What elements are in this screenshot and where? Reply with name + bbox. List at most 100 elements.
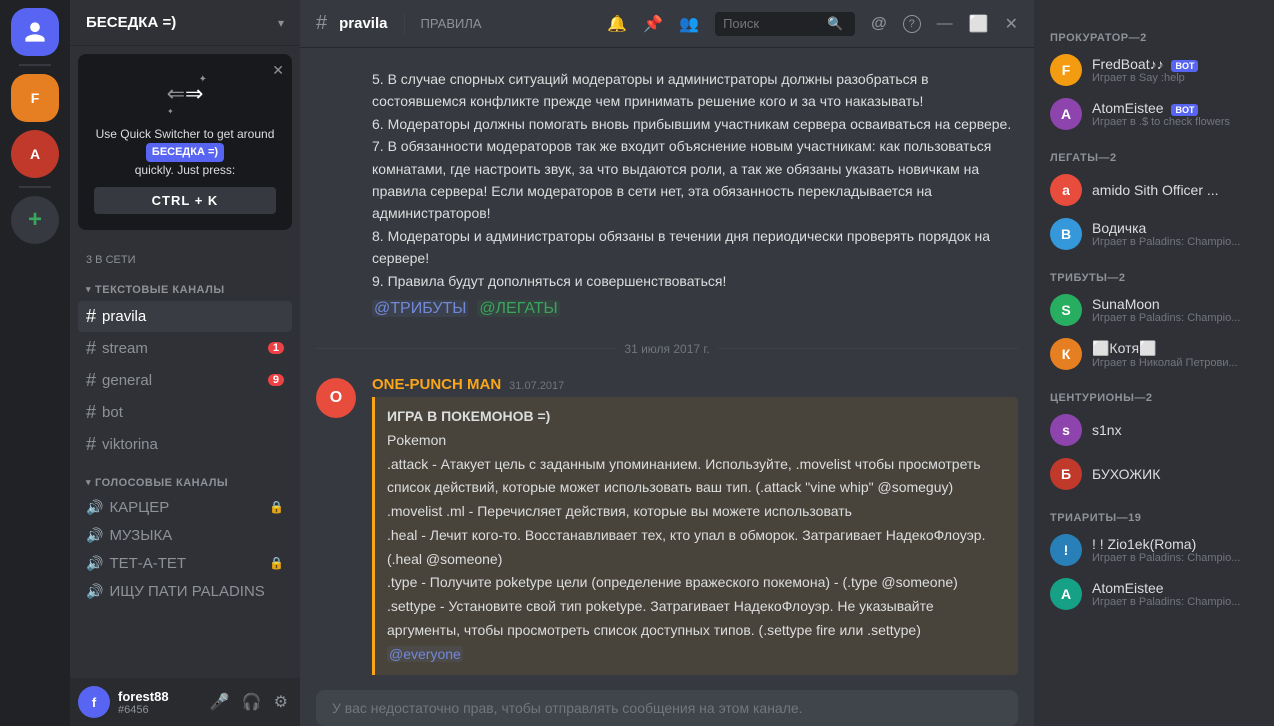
unread-badge: 1: [268, 342, 284, 354]
member-name: amido Sith Officer ...: [1092, 182, 1258, 198]
username: forest88: [118, 689, 198, 704]
header-divider: [404, 12, 405, 36]
hash-icon: #: [86, 402, 96, 423]
member-status: Играет в .$ to check flowers: [1092, 116, 1258, 128]
member-amido[interactable]: a amido Sith Officer ...: [1042, 168, 1266, 212]
member-avatar: В: [1050, 218, 1082, 250]
voice-channel-paladins[interactable]: 🔊 ИЩУ ПАТИ PALADINS: [78, 578, 292, 605]
speaker-icon: 🔊: [86, 583, 103, 600]
help-icon[interactable]: ?: [903, 15, 921, 33]
channel-viktorina[interactable]: # viktorina: [78, 429, 292, 460]
member-s1nx[interactable]: s s1nx: [1042, 408, 1266, 452]
channel-topic: ПРАВИЛА: [421, 16, 600, 31]
voice-channel-muzyka[interactable]: 🔊 МУЗЫКА: [78, 522, 292, 549]
lock-icon: 🔒: [269, 500, 284, 514]
members-category-prokurator: ПРОКУРАТОР—2: [1042, 24, 1266, 48]
channel-bot[interactable]: # bot: [78, 397, 292, 428]
member-info: AtomEistee Играет в Paladins: Champio...: [1092, 580, 1258, 608]
chat-area: # pravila ПРАВИЛА 🔔 📌 👥 🔍 @ ? — ⬜ ✕: [300, 0, 1034, 726]
server-divider-2: [19, 186, 51, 188]
speaker-icon: 🔊: [86, 527, 103, 544]
message-input-area: У вас недостаточно прав, чтобы отправлят…: [316, 690, 1018, 726]
members-category-centurions: ЦЕНТУРИОНЫ—2: [1042, 384, 1266, 408]
member-status: Играет в Say :help: [1092, 72, 1258, 84]
members-category-legaty: ЛЕГАТЫ—2: [1042, 144, 1266, 168]
divider-line: [316, 348, 616, 349]
shortcut-label: CTRL + K: [94, 187, 276, 214]
message-author[interactable]: ONE-PUNCH MAN: [372, 376, 501, 393]
category-arrow-icon: ▾: [86, 477, 91, 488]
pin-icon[interactable]: 📌: [643, 14, 663, 34]
search-input[interactable]: [723, 16, 823, 31]
mentions-line: @ТРИБУТЫ @ЛЕГАТЫ: [372, 300, 1018, 318]
member-atomeistee2[interactable]: A AtomEistee Играет в Paladins: Champio.…: [1042, 572, 1266, 616]
member-info: ! ! Zio1ek(Roma) Играет в Paladins: Cham…: [1092, 536, 1258, 564]
deafen-button[interactable]: 🎧: [238, 688, 266, 716]
divider-line: [718, 348, 1018, 349]
server-f[interactable]: F: [11, 74, 59, 122]
main-content: БЕСЕДКА =) ▾ ✕ ⇐ ⇒ ✦ ✦ Use Quick Switche…: [70, 0, 1274, 726]
search-bar[interactable]: 🔍: [715, 12, 855, 36]
member-vodichka[interactable]: В Водичка Играет в Paladins: Champio...: [1042, 212, 1266, 256]
avatar: f: [78, 686, 110, 718]
unread-badge: 9: [268, 374, 284, 386]
server-friends[interactable]: [11, 8, 59, 56]
date-divider-2: 5 августа 2017 г.: [300, 683, 1034, 690]
message-group-1: O ONE-PUNCH MAN 31.07.2017 ИГРА В ПОКЕМО…: [300, 372, 1034, 679]
channel-name: МУЗЫКА: [109, 527, 172, 544]
member-sunamoon[interactable]: S SunaMoon Играет в Paladins: Champio...: [1042, 288, 1266, 332]
server-name-header[interactable]: БЕСЕДКА =) ▾: [70, 0, 300, 46]
member-avatar: a: [1050, 174, 1082, 206]
channel-name: КАРЦЕР: [109, 499, 169, 516]
member-zio1ek[interactable]: ! ! ! Zio1ek(Roma) Играет в Paladins: Ch…: [1042, 528, 1266, 572]
channel-hash-icon: #: [316, 12, 327, 35]
member-name: ! ! Zio1ek(Roma): [1092, 536, 1258, 552]
member-status: Играет в Paladins: Champio...: [1092, 312, 1258, 324]
member-atom[interactable]: A AtomEistee BOT Играет в .$ to check fl…: [1042, 92, 1266, 136]
channel-general[interactable]: # general 9: [78, 365, 292, 396]
member-avatar: !: [1050, 534, 1082, 566]
maximize-icon[interactable]: ⬜: [969, 14, 989, 34]
members-category-triarites: ТРИАРИТЫ—19: [1042, 504, 1266, 528]
speaker-icon: 🔊: [86, 499, 103, 516]
hash-icon: #: [86, 306, 96, 327]
member-name: FredBoat♪♪ BOT: [1092, 56, 1258, 72]
mention-tributes: @ТРИБУТЫ: [372, 300, 468, 317]
member-fredboat[interactable]: F FredBoat♪♪ BOT Играет в Say :help: [1042, 48, 1266, 92]
bell-icon[interactable]: 🔔: [607, 14, 627, 34]
member-avatar: F: [1050, 54, 1082, 86]
mention-icon[interactable]: @: [871, 15, 887, 33]
chat-header: # pravila ПРАВИЛА 🔔 📌 👥 🔍 @ ? — ⬜ ✕: [300, 0, 1034, 48]
voice-channel-karcer[interactable]: 🔊 КАРЦЕР 🔒: [78, 494, 292, 521]
server-a[interactable]: A: [11, 130, 59, 178]
bot-badge: BOT: [1171, 104, 1198, 116]
mention-everyone: @everyone: [387, 646, 463, 662]
online-count: 3 В СЕТИ: [70, 246, 300, 268]
member-kotya[interactable]: К ⬜Котя⬜ Играет в Николай Петрови...: [1042, 332, 1266, 376]
member-info: Водичка Играет в Paladins: Champio...: [1092, 220, 1258, 248]
text-channels-category[interactable]: ▾ ТЕКСТОВЫЕ КАНАЛЫ: [70, 268, 300, 300]
voice-channel-tet[interactable]: 🔊 ТЕТ-А-ТЕТ 🔒: [78, 550, 292, 577]
channel-name: ТЕТ-А-ТЕТ: [109, 555, 186, 572]
channel-pravila[interactable]: # pravila: [78, 301, 292, 332]
minimize-icon[interactable]: —: [937, 15, 953, 33]
close-icon[interactable]: ✕: [1005, 14, 1018, 34]
member-buhozhik[interactable]: Б БУХОЖИК: [1042, 452, 1266, 496]
mention-legaty: @ЛЕГАТЫ: [477, 300, 559, 317]
chevron-down-icon: ▾: [278, 16, 284, 30]
members-category-tributes: ТРИБУТЫ—2: [1042, 264, 1266, 288]
add-server-button[interactable]: +: [11, 196, 59, 244]
message-group-rules: 5. В случае спорных ситуаций модераторы …: [300, 64, 1034, 322]
channel-stream[interactable]: # stream 1: [78, 333, 292, 364]
member-avatar: s: [1050, 414, 1082, 446]
settings-button[interactable]: ⚙: [270, 688, 292, 716]
voice-channels-category[interactable]: ▾ ГОЛОСОВЫЕ КАНАЛЫ: [70, 461, 300, 493]
tooltip-text: Use Quick Switcher to get around БЕСЕДКА…: [94, 126, 276, 179]
channel-name: pravila: [102, 308, 146, 325]
mute-button[interactable]: 🎤: [206, 688, 234, 716]
member-name: s1nx: [1092, 422, 1258, 438]
member-info: FredBoat♪♪ BOT Играет в Say :help: [1092, 56, 1258, 84]
tooltip-close-button[interactable]: ✕: [272, 62, 284, 79]
members-icon[interactable]: 👥: [679, 14, 699, 34]
member-name: Водичка: [1092, 220, 1258, 236]
